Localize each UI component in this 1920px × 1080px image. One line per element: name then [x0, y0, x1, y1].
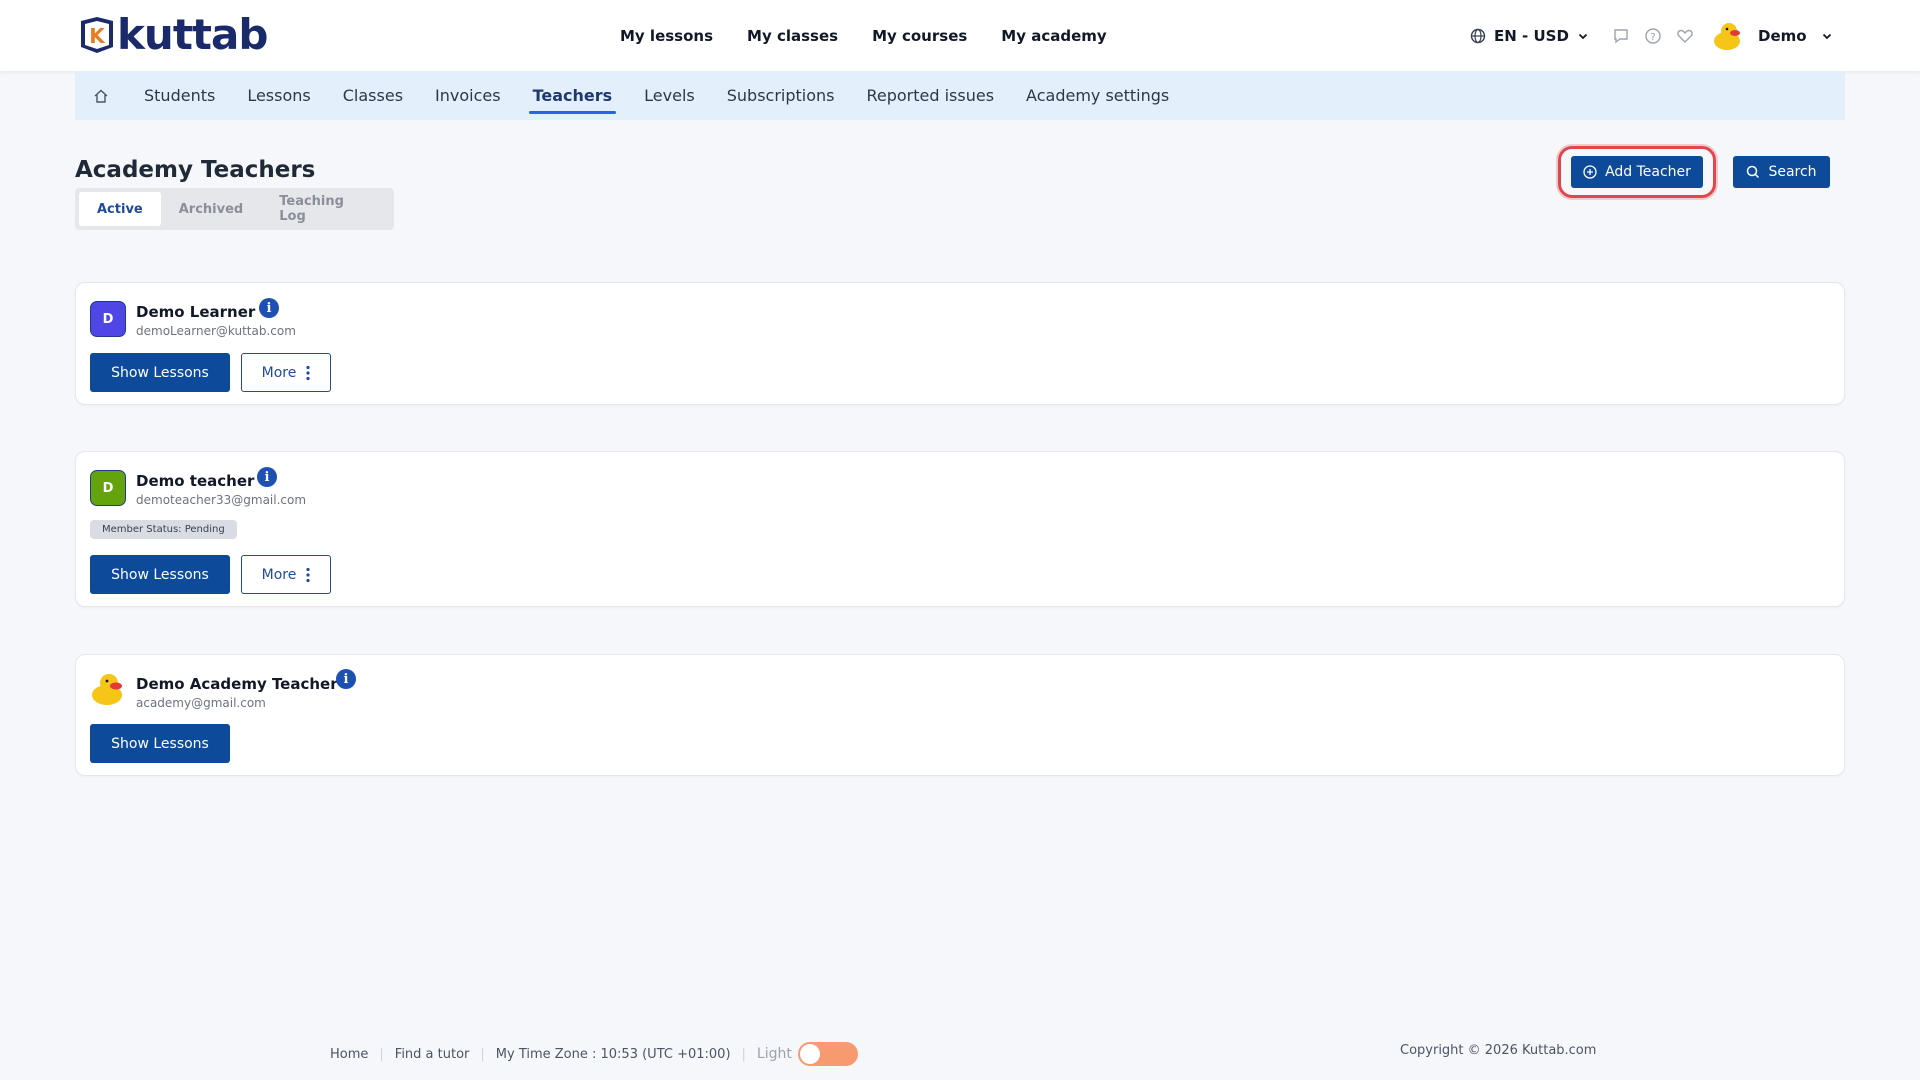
- svg-text:K: K: [89, 24, 106, 48]
- teacher-email: academy@gmail.com: [136, 696, 266, 710]
- chevron-down-icon: [1578, 33, 1588, 39]
- plus-circle-icon: [1583, 165, 1597, 179]
- footer: Home | Find a tutor | My Time Zone : 10:…: [330, 1042, 858, 1066]
- main-nav: My lessons My classes My courses My acad…: [620, 0, 1107, 71]
- teacher-email: demoLearner@kuttab.com: [136, 324, 296, 338]
- search-label: Search: [1768, 164, 1817, 180]
- help-icon[interactable]: ?: [1644, 27, 1662, 45]
- nav-my-courses[interactable]: My courses: [872, 27, 967, 45]
- home-icon[interactable]: [75, 71, 127, 120]
- more-label: More: [261, 566, 297, 583]
- teacher-name: Demo teacher: [136, 472, 255, 490]
- more-button[interactable]: More: [241, 353, 331, 392]
- teacher-card: D Demo Learner i demoLearner@kuttab.com …: [75, 282, 1845, 405]
- theme-label: Light: [756, 1046, 792, 1062]
- show-lessons-button[interactable]: Show Lessons: [90, 353, 230, 392]
- heart-icon[interactable]: [1676, 27, 1694, 45]
- copyright: Copyright © 2026 Kuttab.com: [1400, 1043, 1597, 1058]
- add-teacher-label: Add Teacher: [1605, 164, 1691, 180]
- tab-teaching-log[interactable]: Teaching Log: [261, 192, 390, 226]
- language-currency-selector[interactable]: EN - USD: [1470, 0, 1589, 71]
- teacher-email: demoteacher33@gmail.com: [136, 493, 307, 507]
- user-name: Demo: [1758, 26, 1807, 45]
- search-icon: [1747, 165, 1760, 179]
- top-header: K kuttab My lessons My classes My course…: [0, 0, 1920, 71]
- vertical-dots-icon: [306, 365, 310, 380]
- nav-my-lessons[interactable]: My lessons: [620, 27, 713, 45]
- nav-my-academy[interactable]: My academy: [1001, 27, 1106, 45]
- teacher-name: Demo Learner: [136, 303, 256, 321]
- add-teacher-button[interactable]: Add Teacher: [1571, 156, 1703, 188]
- info-icon[interactable]: i: [257, 467, 277, 487]
- status-badge: Member Status: Pending: [90, 520, 237, 539]
- subnav-classes[interactable]: Classes: [343, 71, 403, 120]
- chevron-down-icon: [1822, 33, 1831, 39]
- subnav-reported-issues[interactable]: Reported issues: [866, 71, 994, 120]
- show-lessons-button[interactable]: Show Lessons: [90, 724, 230, 763]
- logo-badge-icon: K: [81, 17, 113, 53]
- footer-separator: |: [379, 1046, 384, 1062]
- subnav-lessons[interactable]: Lessons: [247, 71, 310, 120]
- header-icons: ?: [1612, 0, 1694, 71]
- show-lessons-button[interactable]: Show Lessons: [90, 555, 230, 594]
- svg-text:?: ?: [1650, 32, 1655, 43]
- teacher-card: D Demo teacher i demoteacher33@gmail.com…: [75, 451, 1845, 607]
- subnav-academy-settings[interactable]: Academy settings: [1026, 71, 1169, 120]
- academy-subnav: Students Lessons Classes Invoices Teache…: [75, 71, 1845, 120]
- teacher-card: Demo Academy Teacher i academy@gmail.com…: [75, 654, 1845, 776]
- footer-separator: |: [741, 1046, 746, 1062]
- duck-avatar: [1714, 22, 1740, 50]
- nav-my-classes[interactable]: My classes: [747, 27, 838, 45]
- logo-text: kuttab: [117, 10, 268, 59]
- theme-toggle[interactable]: [797, 1042, 858, 1066]
- subnav-invoices[interactable]: Invoices: [435, 71, 501, 120]
- chat-icon[interactable]: [1612, 27, 1630, 45]
- subnav-teachers[interactable]: Teachers: [528, 71, 616, 120]
- globe-icon: [1470, 28, 1486, 43]
- tab-active[interactable]: Active: [79, 192, 161, 226]
- avatar: D: [90, 470, 126, 506]
- subnav-students[interactable]: Students: [144, 71, 215, 120]
- subnav-subscriptions[interactable]: Subscriptions: [727, 71, 835, 120]
- duck-avatar: [90, 671, 126, 707]
- more-button[interactable]: More: [241, 555, 331, 594]
- user-menu[interactable]: Demo: [1712, 0, 1833, 71]
- footer-home-link[interactable]: Home: [330, 1047, 368, 1062]
- info-icon[interactable]: i: [336, 669, 356, 689]
- language-currency-label: EN - USD: [1494, 26, 1569, 45]
- vertical-dots-icon: [306, 567, 310, 582]
- toggle-knob: [799, 1044, 820, 1064]
- teacher-name: Demo Academy Teacher: [136, 675, 338, 693]
- tab-archived[interactable]: Archived: [161, 192, 262, 226]
- footer-timezone: My Time Zone : 10:53 (UTC +01:00): [495, 1046, 731, 1062]
- footer-separator: |: [480, 1046, 485, 1062]
- more-label: More: [261, 364, 297, 381]
- search-button[interactable]: Search: [1733, 156, 1830, 188]
- info-icon[interactable]: i: [259, 298, 279, 318]
- kuttab-logo[interactable]: K kuttab: [77, 10, 268, 59]
- footer-find-tutor-link[interactable]: Find a tutor: [395, 1047, 470, 1062]
- subnav-levels[interactable]: Levels: [644, 71, 695, 120]
- page-title: Academy Teachers: [75, 157, 316, 183]
- avatar: D: [90, 301, 126, 337]
- teacher-tabs: Active Archived Teaching Log: [75, 188, 394, 230]
